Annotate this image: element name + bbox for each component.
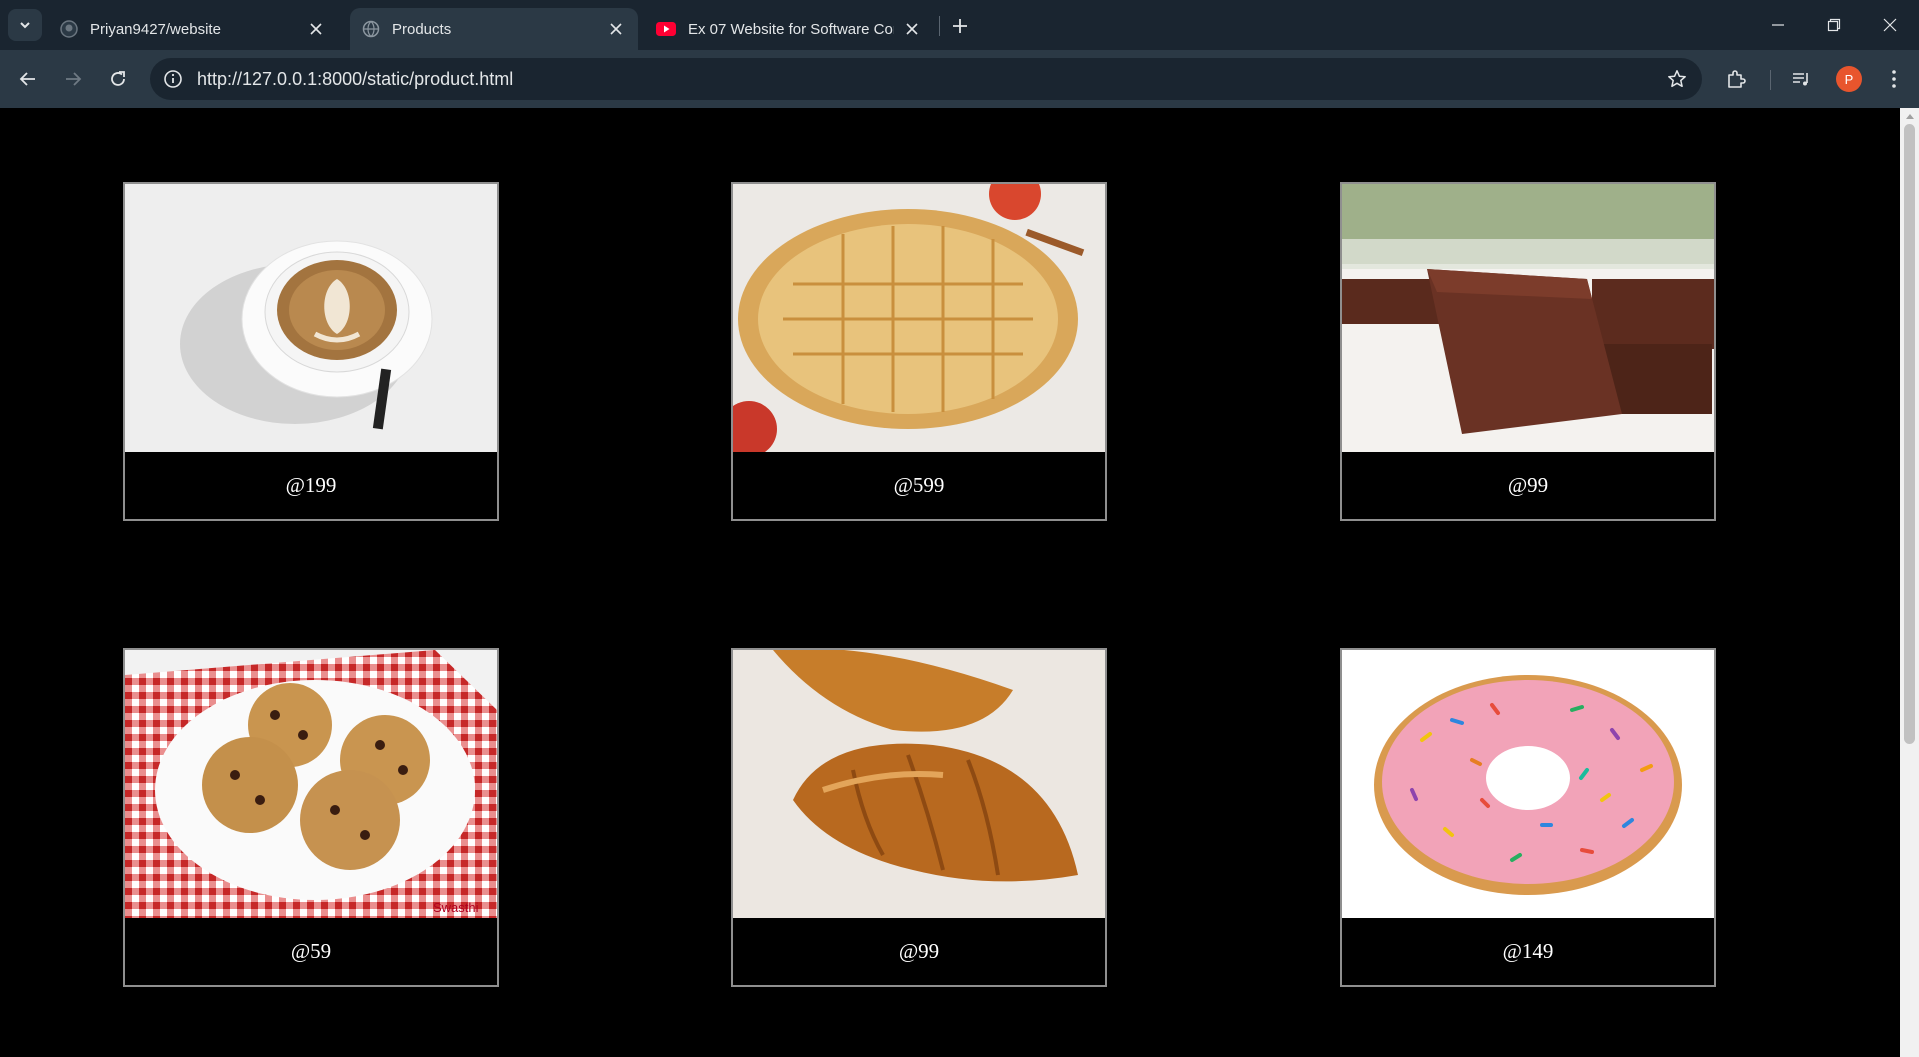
restore-icon bbox=[1827, 18, 1841, 32]
product-price: @59 bbox=[290, 939, 332, 963]
puzzle-icon bbox=[1728, 70, 1746, 88]
product-card-donut[interactable]: @149 bbox=[1340, 648, 1716, 987]
product-card-latte[interactable]: @199 bbox=[123, 182, 499, 521]
profile-avatar[interactable]: P bbox=[1836, 66, 1862, 92]
reload-icon bbox=[111, 71, 125, 86]
github-icon bbox=[60, 20, 78, 38]
plus-icon bbox=[953, 19, 967, 33]
cookies-image: Swasthi bbox=[125, 650, 497, 918]
tab-strip: Priyan9427/website Products Ex 07 Websit… bbox=[0, 0, 1919, 50]
tab-search-button[interactable] bbox=[8, 9, 42, 41]
product-price: @99 bbox=[898, 939, 940, 963]
restore-button[interactable] bbox=[1814, 10, 1854, 40]
url-text[interactable]: http://127.0.0.1:8000/static/product.htm… bbox=[197, 69, 513, 90]
more-vert-icon bbox=[1892, 70, 1896, 88]
croissant-image bbox=[733, 650, 1105, 918]
forward-button[interactable] bbox=[58, 64, 88, 94]
site-info-button[interactable] bbox=[162, 68, 184, 90]
globe-icon bbox=[362, 20, 380, 38]
minimize-icon bbox=[1772, 24, 1784, 26]
scroll-up-button[interactable] bbox=[1900, 112, 1919, 124]
arrow-left-icon bbox=[19, 72, 35, 86]
page-scrollbar[interactable] bbox=[1900, 108, 1919, 1057]
arrow-right-icon bbox=[66, 72, 82, 86]
tab-github[interactable]: Priyan9427/website bbox=[48, 8, 338, 50]
page-viewport: @199 @599 @99 Swasthi @59 @99 @149 bbox=[0, 108, 1900, 1057]
product-card-cookies[interactable]: Swasthi @59 bbox=[123, 648, 499, 987]
photo-watermark: Swasthi bbox=[433, 900, 479, 915]
playlist-icon bbox=[1793, 73, 1808, 86]
tab-title: Ex 07 Website for Software Com bbox=[688, 20, 894, 38]
product-price: @599 bbox=[893, 473, 945, 497]
close-tab-icon[interactable] bbox=[306, 19, 326, 39]
address-bar[interactable]: http://127.0.0.1:8000/static/product.htm… bbox=[150, 58, 1702, 100]
close-tab-icon[interactable] bbox=[606, 19, 626, 39]
close-window-button[interactable] bbox=[1870, 10, 1910, 40]
tab-products[interactable]: Products bbox=[350, 8, 638, 50]
media-controls-button[interactable] bbox=[1786, 64, 1816, 94]
product-card-brownie[interactable]: @99 bbox=[1340, 182, 1716, 521]
star-icon bbox=[1668, 70, 1686, 88]
back-button[interactable] bbox=[13, 64, 43, 94]
info-icon bbox=[164, 70, 182, 88]
tab-youtube[interactable]: Ex 07 Website for Software Com bbox=[644, 8, 934, 50]
product-card-apple-pie[interactable]: @599 bbox=[731, 182, 1107, 521]
donut-image bbox=[1342, 650, 1714, 918]
chevron-down-icon bbox=[20, 22, 30, 29]
latte-image bbox=[125, 184, 497, 452]
product-price: @199 bbox=[285, 473, 337, 497]
menu-button[interactable] bbox=[1879, 64, 1909, 94]
product-card-croissant[interactable]: @99 bbox=[731, 648, 1107, 987]
apple-pie-image bbox=[733, 184, 1105, 452]
tab-separator bbox=[939, 16, 940, 36]
youtube-icon bbox=[656, 22, 676, 36]
close-icon bbox=[1883, 18, 1897, 32]
new-tab-button[interactable] bbox=[946, 12, 974, 40]
browser-toolbar: http://127.0.0.1:8000/static/product.htm… bbox=[0, 50, 1919, 108]
toolbar-separator bbox=[1770, 70, 1771, 90]
close-tab-icon[interactable] bbox=[902, 19, 922, 39]
extensions-button[interactable] bbox=[1721, 64, 1751, 94]
tab-title: Products bbox=[392, 20, 452, 38]
scrollbar-thumb[interactable] bbox=[1904, 124, 1915, 744]
reload-button[interactable] bbox=[103, 64, 133, 94]
brownie-image bbox=[1342, 184, 1714, 452]
tab-title: Priyan9427/website bbox=[90, 20, 221, 38]
product-price: @99 bbox=[1507, 473, 1549, 497]
product-price: @149 bbox=[1502, 939, 1554, 963]
minimize-button[interactable] bbox=[1758, 10, 1798, 40]
bookmark-button[interactable] bbox=[1666, 68, 1688, 90]
triangle-up-icon bbox=[1905, 114, 1914, 119]
